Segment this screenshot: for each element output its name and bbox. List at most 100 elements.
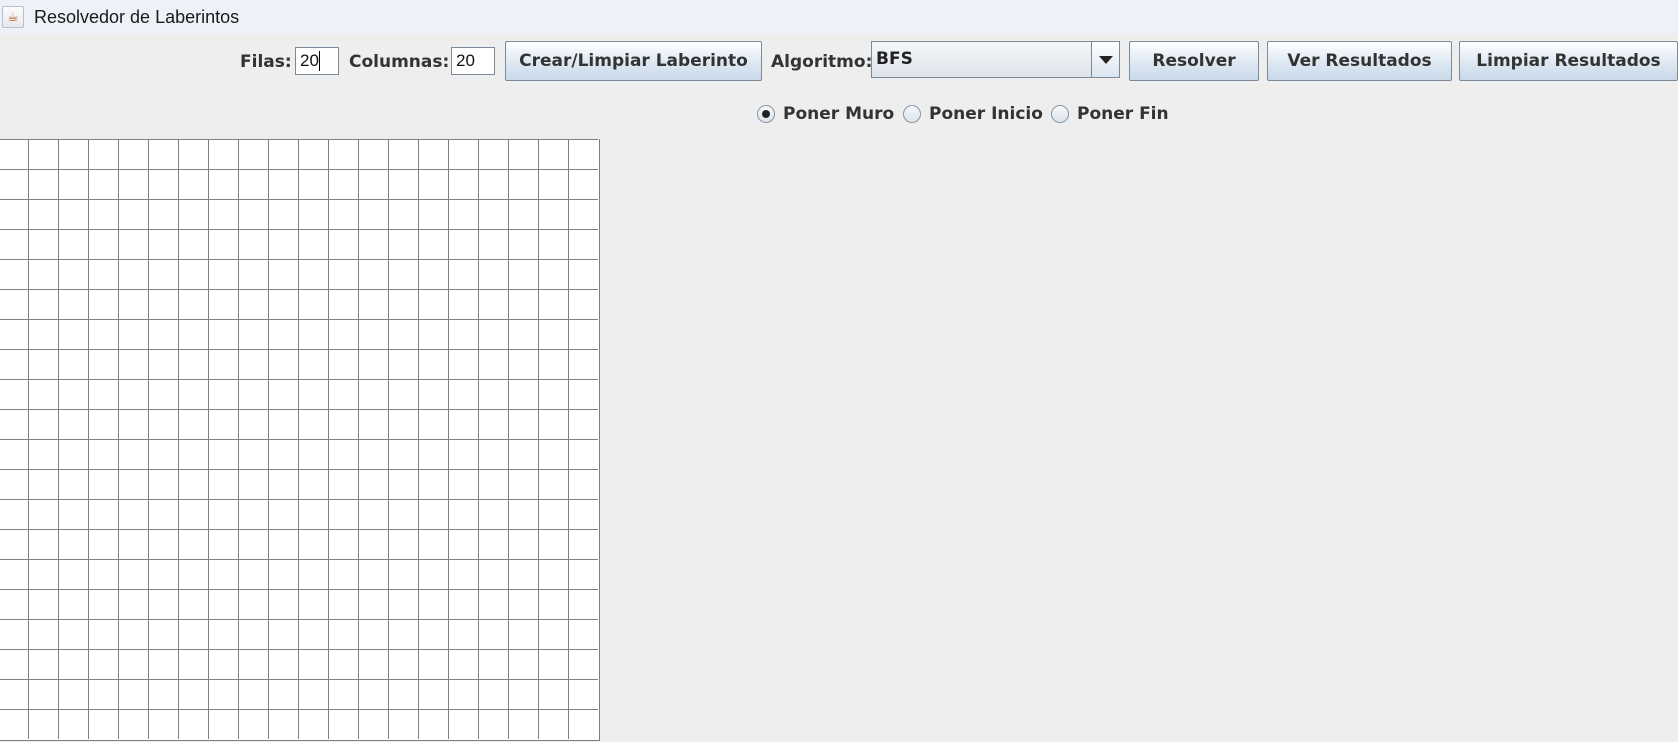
maze-cell[interactable] bbox=[0, 559, 28, 589]
maze-cell[interactable] bbox=[88, 529, 118, 559]
maze-cell[interactable] bbox=[508, 379, 538, 409]
maze-cell[interactable] bbox=[568, 619, 598, 649]
maze-cell[interactable] bbox=[148, 169, 178, 199]
maze-cell[interactable] bbox=[358, 289, 388, 319]
maze-cell[interactable] bbox=[268, 229, 298, 259]
maze-cell[interactable] bbox=[358, 409, 388, 439]
maze-cell[interactable] bbox=[418, 229, 448, 259]
maze-cell[interactable] bbox=[448, 139, 478, 169]
maze-cell[interactable] bbox=[388, 169, 418, 199]
maze-cell[interactable] bbox=[238, 169, 268, 199]
maze-cell[interactable] bbox=[448, 349, 478, 379]
maze-cell[interactable] bbox=[508, 559, 538, 589]
maze-cell[interactable] bbox=[238, 619, 268, 649]
maze-cell[interactable] bbox=[358, 529, 388, 559]
maze-cell[interactable] bbox=[0, 199, 28, 229]
maze-cell[interactable] bbox=[568, 349, 598, 379]
maze-cell[interactable] bbox=[268, 289, 298, 319]
maze-cell[interactable] bbox=[478, 259, 508, 289]
maze-cell[interactable] bbox=[328, 499, 358, 529]
maze-cell[interactable] bbox=[448, 499, 478, 529]
maze-cell[interactable] bbox=[118, 289, 148, 319]
maze-cell[interactable] bbox=[358, 469, 388, 499]
maze-cell[interactable] bbox=[0, 259, 28, 289]
maze-cell[interactable] bbox=[538, 379, 568, 409]
maze-cell[interactable] bbox=[268, 169, 298, 199]
maze-cell[interactable] bbox=[208, 379, 238, 409]
maze-cell[interactable] bbox=[28, 289, 58, 319]
maze-cell[interactable] bbox=[328, 259, 358, 289]
maze-cell[interactable] bbox=[388, 349, 418, 379]
maze-cell[interactable] bbox=[298, 529, 328, 559]
maze-cell[interactable] bbox=[418, 409, 448, 439]
maze-cell[interactable] bbox=[148, 529, 178, 559]
maze-cell[interactable] bbox=[388, 259, 418, 289]
maze-cell[interactable] bbox=[508, 289, 538, 319]
maze-cell[interactable] bbox=[508, 499, 538, 529]
maze-cell[interactable] bbox=[238, 199, 268, 229]
maze-cell[interactable] bbox=[508, 529, 538, 559]
maze-cell[interactable] bbox=[418, 649, 448, 679]
maze-cell[interactable] bbox=[298, 259, 328, 289]
maze-cell[interactable] bbox=[0, 409, 28, 439]
solve-button[interactable]: Resolver bbox=[1129, 41, 1259, 81]
maze-cell[interactable] bbox=[448, 319, 478, 349]
maze-cell[interactable] bbox=[178, 139, 208, 169]
maze-cell[interactable] bbox=[238, 439, 268, 469]
maze-cell[interactable] bbox=[268, 709, 298, 739]
maze-cell[interactable] bbox=[358, 589, 388, 619]
maze-cell[interactable] bbox=[238, 469, 268, 499]
maze-cell[interactable] bbox=[358, 349, 388, 379]
maze-cell[interactable] bbox=[418, 589, 448, 619]
maze-cell[interactable] bbox=[418, 349, 448, 379]
maze-cell[interactable] bbox=[538, 169, 568, 199]
maze-cell[interactable] bbox=[88, 169, 118, 199]
maze-cell[interactable] bbox=[118, 469, 148, 499]
maze-cell[interactable] bbox=[88, 709, 118, 739]
maze-cell[interactable] bbox=[538, 559, 568, 589]
maze-cell[interactable] bbox=[148, 259, 178, 289]
maze-grid[interactable] bbox=[0, 139, 600, 741]
maze-cell[interactable] bbox=[148, 439, 178, 469]
maze-cell[interactable] bbox=[238, 679, 268, 709]
maze-cell[interactable] bbox=[58, 409, 88, 439]
maze-cell[interactable] bbox=[508, 649, 538, 679]
maze-cell[interactable] bbox=[538, 139, 568, 169]
maze-cell[interactable] bbox=[178, 589, 208, 619]
maze-cell[interactable] bbox=[268, 649, 298, 679]
maze-cell[interactable] bbox=[538, 289, 568, 319]
maze-cell[interactable] bbox=[298, 619, 328, 649]
maze-cell[interactable] bbox=[448, 469, 478, 499]
maze-cell[interactable] bbox=[118, 259, 148, 289]
maze-cell[interactable] bbox=[28, 469, 58, 499]
maze-cell[interactable] bbox=[418, 319, 448, 349]
maze-cell[interactable] bbox=[58, 199, 88, 229]
maze-cell[interactable] bbox=[478, 469, 508, 499]
maze-cell[interactable] bbox=[268, 589, 298, 619]
maze-cell[interactable] bbox=[0, 469, 28, 499]
maze-cell[interactable] bbox=[88, 199, 118, 229]
maze-cell[interactable] bbox=[418, 619, 448, 649]
maze-cell[interactable] bbox=[0, 589, 28, 619]
maze-cell[interactable] bbox=[208, 199, 238, 229]
maze-cell[interactable] bbox=[178, 559, 208, 589]
maze-cell[interactable] bbox=[88, 379, 118, 409]
maze-cell[interactable] bbox=[508, 589, 538, 619]
maze-cell[interactable] bbox=[448, 649, 478, 679]
maze-cell[interactable] bbox=[448, 289, 478, 319]
maze-cell[interactable] bbox=[478, 529, 508, 559]
maze-cell[interactable] bbox=[28, 649, 58, 679]
maze-cell[interactable] bbox=[208, 529, 238, 559]
maze-cell[interactable] bbox=[298, 319, 328, 349]
maze-cell[interactable] bbox=[238, 559, 268, 589]
maze-cell[interactable] bbox=[118, 319, 148, 349]
maze-cell[interactable] bbox=[448, 199, 478, 229]
maze-cell[interactable] bbox=[328, 679, 358, 709]
maze-cell[interactable] bbox=[298, 439, 328, 469]
maze-cell[interactable] bbox=[478, 379, 508, 409]
radio-unselected-icon[interactable] bbox=[903, 105, 921, 123]
maze-cell[interactable] bbox=[328, 619, 358, 649]
maze-cell[interactable] bbox=[0, 139, 28, 169]
maze-cell[interactable] bbox=[148, 589, 178, 619]
maze-cell[interactable] bbox=[88, 319, 118, 349]
